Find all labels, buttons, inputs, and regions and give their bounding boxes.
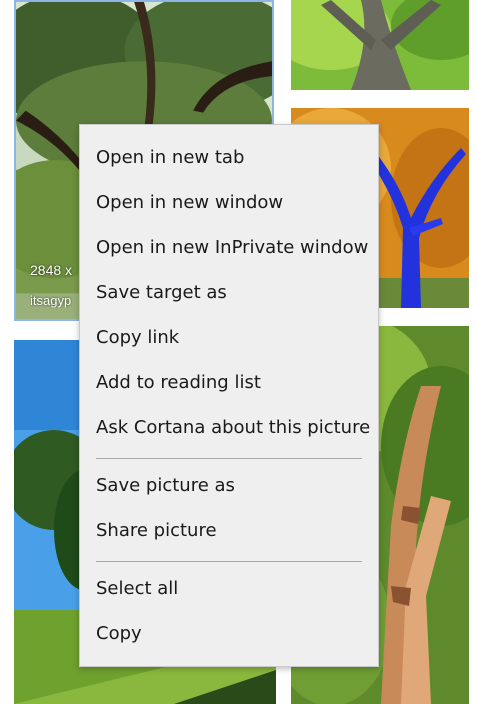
menu-item-add-to-reading-list[interactable]: Add to reading list xyxy=(80,361,378,405)
menu-item-open-new-tab[interactable]: Open in new tab xyxy=(80,136,378,180)
menu-item-ask-cortana[interactable]: Ask Cortana about this picture xyxy=(80,406,378,450)
menu-item-share-picture[interactable]: Share picture xyxy=(80,509,378,553)
menu-item-save-picture-as[interactable]: Save picture as xyxy=(80,464,378,508)
image-search-results: 2848 x itsagyp Open in new tab Open in n… xyxy=(0,0,477,704)
menu-item-select-all[interactable]: Select all xyxy=(80,567,378,611)
menu-item-copy-link[interactable]: Copy link xyxy=(80,316,378,360)
menu-item-open-inprivate-window[interactable]: Open in new InPrivate window xyxy=(80,226,378,270)
menu-item-copy[interactable]: Copy xyxy=(80,612,378,656)
image-result-green-trunk[interactable] xyxy=(291,0,469,90)
menu-separator xyxy=(96,561,362,562)
menu-separator xyxy=(96,458,362,459)
menu-item-open-new-window[interactable]: Open in new window xyxy=(80,181,378,225)
tree-photo xyxy=(291,0,469,90)
menu-item-save-target-as[interactable]: Save target as xyxy=(80,271,378,315)
context-menu: Open in new tab Open in new window Open … xyxy=(79,124,379,667)
